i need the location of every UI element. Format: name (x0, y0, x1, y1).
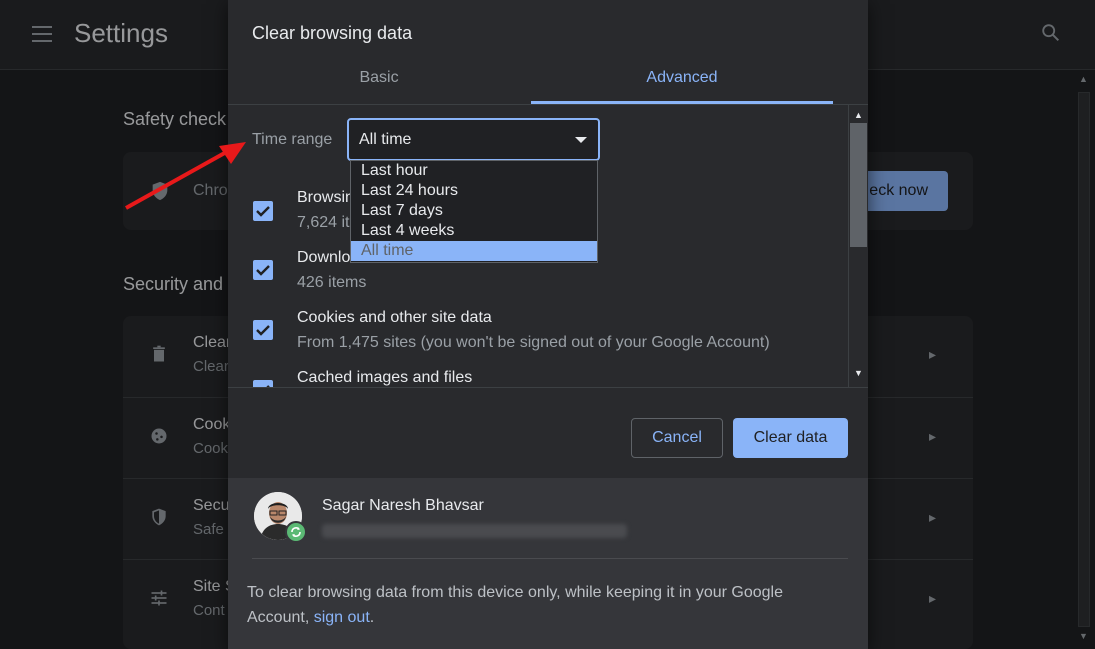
footer-divider (252, 558, 848, 559)
list-item-cookies: Cookies and other site data From 1,475 s… (228, 300, 848, 360)
time-range-dropdown: Last hour Last 24 hours Last 7 days Last… (350, 160, 598, 263)
dropdown-arrow-icon (575, 137, 587, 143)
cancel-button[interactable]: Cancel (631, 418, 723, 458)
sign-out-link[interactable]: sign out (314, 609, 370, 626)
download-history-checkbox[interactable] (253, 260, 273, 280)
item-title: Cached images and files (297, 369, 473, 386)
tab-basic[interactable]: Basic (228, 58, 530, 102)
item-title: Cookies and other site data (297, 309, 492, 326)
checkmark-icon (256, 325, 270, 336)
scroll-up-icon[interactable]: ▲ (854, 110, 863, 120)
dialog-footer: Sagar Naresh Bhavsar To clear browsing d… (228, 478, 868, 649)
item-subtitle: 426 items (297, 274, 367, 291)
time-range-label: Time range (252, 131, 333, 148)
clear-browsing-data-dialog: Clear browsing data Basic Advanced Time … (228, 0, 868, 649)
option-last-7-days[interactable]: Last 7 days (351, 201, 597, 221)
scroll-down-icon[interactable]: ▼ (854, 368, 863, 378)
clear-data-button[interactable]: Clear data (733, 418, 848, 458)
list-item-cached-images: Cached images and files (228, 360, 848, 387)
sync-icon (285, 521, 307, 543)
item-title: Downlo (297, 249, 351, 266)
item-subtitle: From 1,475 sites (you won't be signed ou… (297, 334, 770, 351)
option-last-hour[interactable]: Last hour (351, 161, 597, 181)
option-last-4-weeks[interactable]: Last 4 weeks (351, 221, 597, 241)
time-range-value: All time (359, 131, 412, 148)
user-email-redacted (322, 524, 627, 538)
dialog-tabs: Basic Advanced (228, 58, 868, 105)
item-title: Browsin (297, 189, 354, 206)
option-all-time[interactable]: All time (351, 241, 597, 261)
footer-message: To clear browsing data from this device … (247, 580, 827, 630)
tab-advanced[interactable]: Advanced (531, 58, 833, 104)
checkmark-icon (256, 265, 270, 276)
option-last-24-hours[interactable]: Last 24 hours (351, 181, 597, 201)
time-range-select[interactable]: All time (347, 118, 600, 161)
dialog-scrollbar[interactable]: ▲ ▼ (848, 105, 868, 387)
cookies-checkbox[interactable] (253, 320, 273, 340)
checkmark-icon (266, 385, 270, 387)
footer-period: . (369, 609, 375, 626)
dialog-scrollbar-thumb[interactable] (850, 123, 867, 247)
item-subtitle: 7,624 it (297, 214, 350, 231)
user-name: Sagar Naresh Bhavsar (322, 497, 484, 514)
cached-images-checkbox[interactable] (253, 380, 273, 387)
annotation-arrow-icon (125, 142, 246, 210)
dialog-title: Clear browsing data (252, 23, 413, 43)
